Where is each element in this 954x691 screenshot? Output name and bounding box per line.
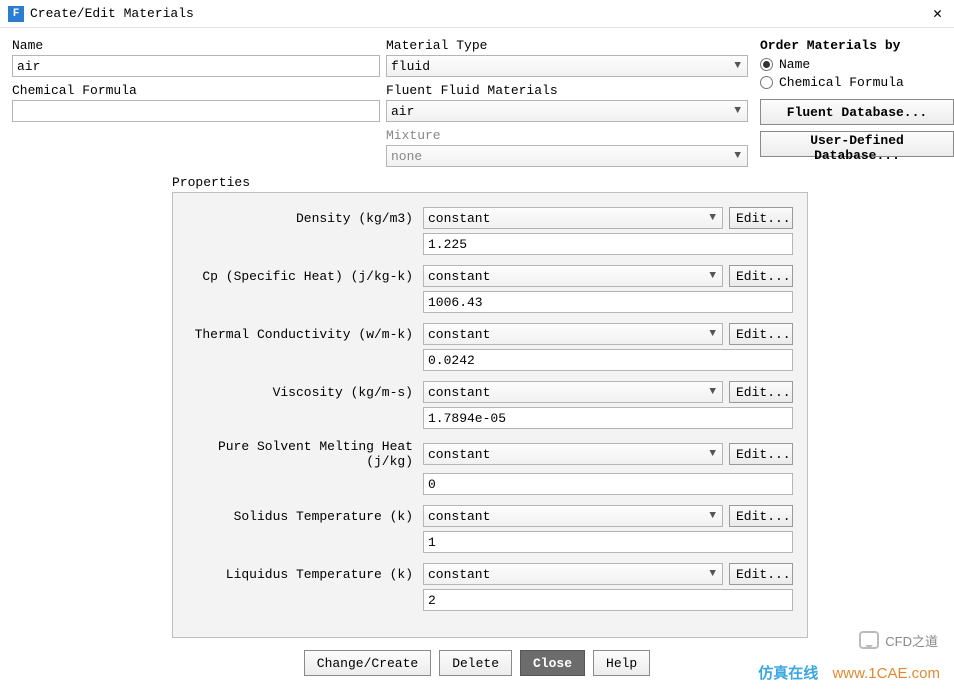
fluid-materials-select[interactable]: air ▼ <box>386 100 748 122</box>
prop-method-select[interactable]: constant ▼ <box>423 265 723 287</box>
name-section: Name Chemical Formula <box>12 38 380 167</box>
fluid-materials-label: Fluent Fluid Materials <box>386 83 748 98</box>
prop-label: Solidus Temperature (k) <box>183 509 417 524</box>
chevron-down-icon: ▼ <box>709 270 716 282</box>
order-section: Order Materials by Name Chemical Formula… <box>754 38 954 167</box>
formula-input[interactable] <box>12 100 380 122</box>
prop-value-input[interactable] <box>423 233 793 255</box>
delete-button[interactable]: Delete <box>439 650 512 676</box>
chevron-down-icon: ▼ <box>709 386 716 398</box>
properties-label: Properties <box>172 175 942 190</box>
fluent-database-button[interactable]: Fluent Database... <box>760 99 954 125</box>
mixture-value: none <box>391 149 422 164</box>
prop-method-select[interactable]: constant ▼ <box>423 381 723 403</box>
material-type-value: fluid <box>391 59 430 74</box>
chevron-down-icon: ▼ <box>709 328 716 340</box>
prop-value-input[interactable] <box>423 589 793 611</box>
edit-button[interactable]: Edit... <box>729 323 793 345</box>
app-icon: F <box>8 6 24 22</box>
prop-method-value: constant <box>428 327 490 342</box>
chevron-down-icon: ▼ <box>709 510 716 522</box>
prop-method-select[interactable]: constant ▼ <box>423 207 723 229</box>
prop-method-value: constant <box>428 269 490 284</box>
order-by-formula-radio[interactable]: Chemical Formula <box>760 75 954 90</box>
close-button[interactable]: Close <box>520 650 585 676</box>
prop-label: Density (kg/m3) <box>183 211 417 226</box>
prop-value-input[interactable] <box>423 349 793 371</box>
fluid-materials-value: air <box>391 104 414 119</box>
order-opt-name: Name <box>779 57 810 72</box>
mixture-label: Mixture <box>386 128 748 143</box>
edit-button[interactable]: Edit... <box>729 563 793 585</box>
prop-label: Pure Solvent Melting Heat (j/kg) <box>183 439 417 469</box>
prop-value-input[interactable] <box>423 407 793 429</box>
edit-button[interactable]: Edit... <box>729 265 793 287</box>
edit-button[interactable]: Edit... <box>729 443 793 465</box>
chevron-down-icon: ▼ <box>734 105 741 117</box>
prop-method-value: constant <box>428 211 490 226</box>
chevron-down-icon: ▼ <box>734 150 741 162</box>
change-create-button[interactable]: Change/Create <box>304 650 431 676</box>
order-by-name-radio[interactable]: Name <box>760 57 954 72</box>
material-type-label: Material Type <box>386 38 748 53</box>
close-icon[interactable]: ✕ <box>929 4 946 23</box>
chevron-down-icon: ▼ <box>709 448 716 460</box>
name-input[interactable] <box>12 55 380 77</box>
prop-method-value: constant <box>428 385 490 400</box>
prop-label: Thermal Conductivity (w/m-k) <box>183 327 417 342</box>
prop-label: Viscosity (kg/m-s) <box>183 385 417 400</box>
edit-button[interactable]: Edit... <box>729 207 793 229</box>
radio-icon <box>760 76 773 89</box>
prop-label: Cp (Specific Heat) (j/kg-k) <box>183 269 417 284</box>
window-title: Create/Edit Materials <box>30 6 929 21</box>
prop-method-select[interactable]: constant ▼ <box>423 505 723 527</box>
prop-value-input[interactable] <box>423 291 793 313</box>
order-opt-formula: Chemical Formula <box>779 75 904 90</box>
prop-method-select[interactable]: constant ▼ <box>423 563 723 585</box>
titlebar: F Create/Edit Materials ✕ <box>0 0 954 28</box>
properties-group: Density (kg/m3) constant ▼ Edit... Cp (Speci… <box>172 192 808 638</box>
chevron-down-icon: ▼ <box>709 568 716 580</box>
help-button[interactable]: Help <box>593 650 650 676</box>
mixture-select: none ▼ <box>386 145 748 167</box>
order-title: Order Materials by <box>760 38 954 53</box>
prop-value-input[interactable] <box>423 531 793 553</box>
user-defined-database-button[interactable]: User-Defined Database... <box>760 131 954 157</box>
edit-button[interactable]: Edit... <box>729 381 793 403</box>
prop-value-input[interactable] <box>423 473 793 495</box>
prop-method-select[interactable]: constant ▼ <box>423 443 723 465</box>
prop-method-select[interactable]: constant ▼ <box>423 323 723 345</box>
type-section: Material Type fluid ▼ Fluent Fluid Mater… <box>386 38 748 167</box>
edit-button[interactable]: Edit... <box>729 505 793 527</box>
material-type-select[interactable]: fluid ▼ <box>386 55 748 77</box>
dialog-buttons: Change/Create Delete Close Help <box>12 650 942 676</box>
prop-method-value: constant <box>428 447 490 462</box>
formula-label: Chemical Formula <box>12 83 380 98</box>
chevron-down-icon: ▼ <box>734 60 741 72</box>
name-label: Name <box>12 38 380 53</box>
prop-method-value: constant <box>428 567 490 582</box>
radio-icon <box>760 58 773 71</box>
chevron-down-icon: ▼ <box>709 212 716 224</box>
prop-label: Liquidus Temperature (k) <box>183 567 417 582</box>
prop-method-value: constant <box>428 509 490 524</box>
